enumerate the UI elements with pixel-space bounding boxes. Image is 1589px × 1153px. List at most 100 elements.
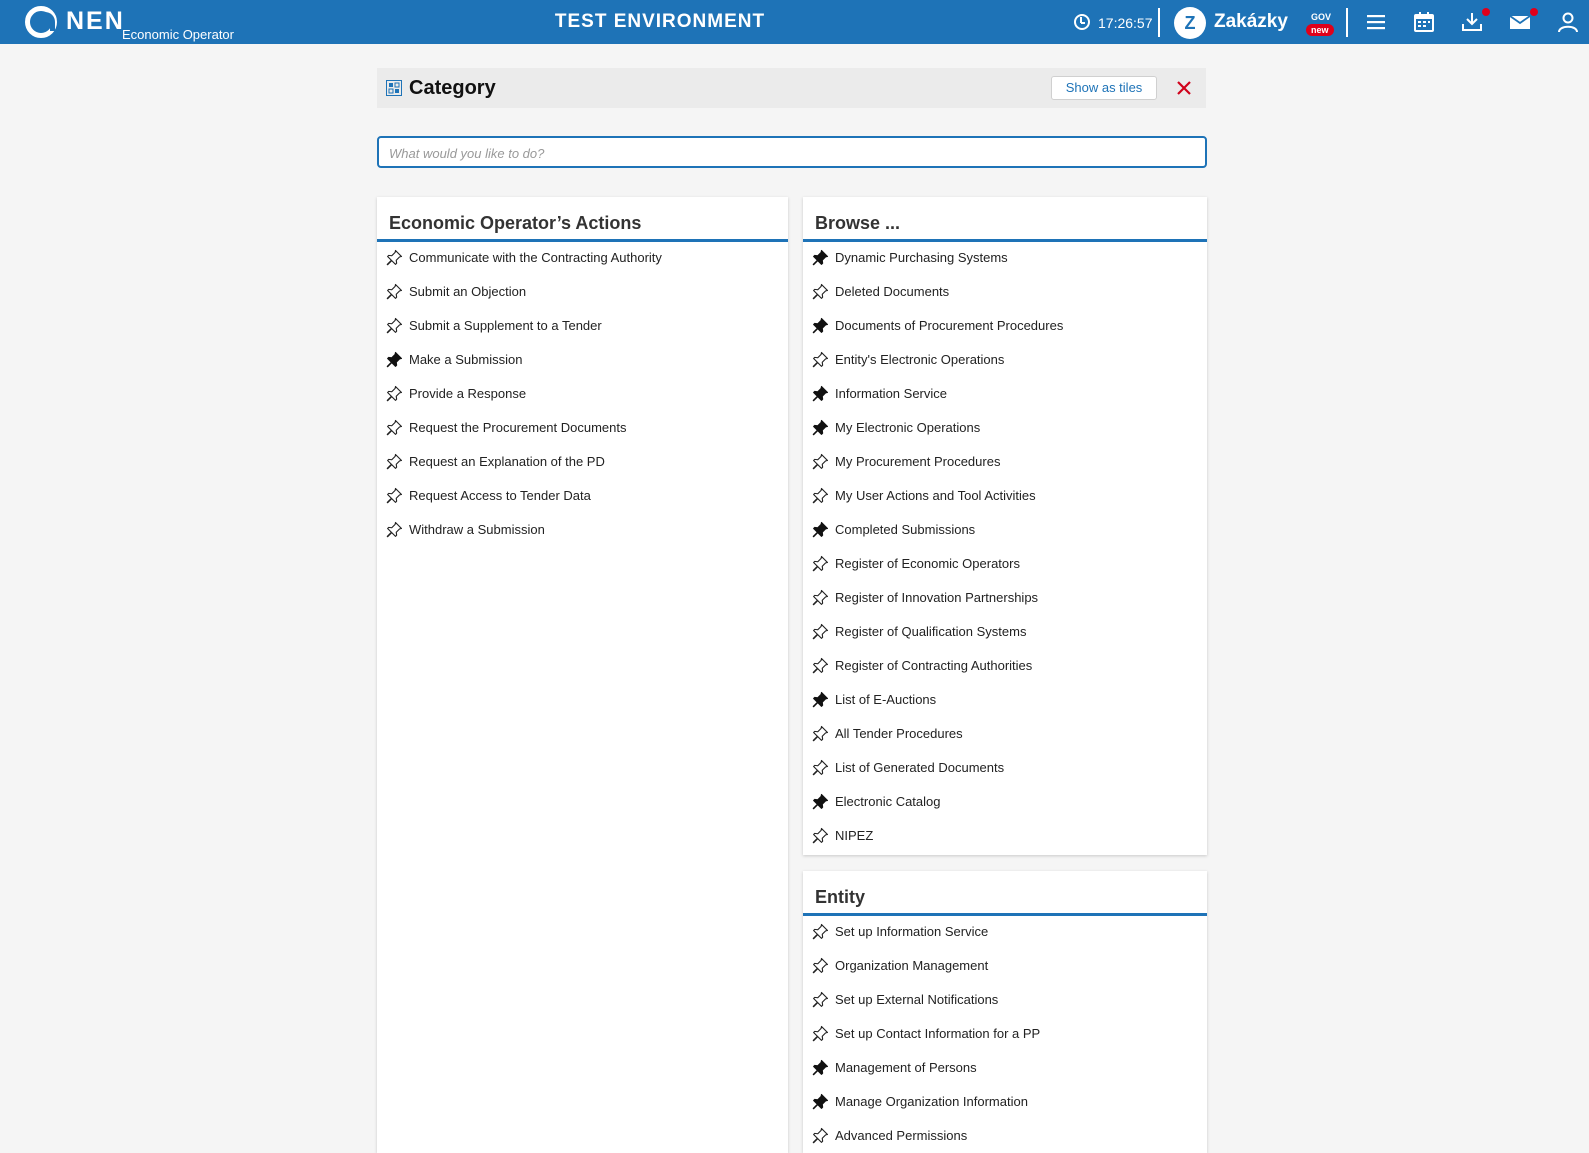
list-item-label[interactable]: Organization Management — [835, 958, 988, 973]
pin-icon[interactable] — [385, 283, 403, 301]
list-item-label[interactable]: Information Service — [835, 386, 947, 401]
pin-icon[interactable] — [385, 521, 403, 539]
list-item[interactable]: Register of Qualification Systems — [803, 616, 1207, 650]
list-item[interactable]: Make a Submission — [377, 344, 788, 378]
pin-icon[interactable] — [811, 991, 829, 1009]
list-item-label[interactable]: Communicate with the Contracting Authori… — [409, 250, 662, 265]
list-item[interactable]: Advanced Permissions — [803, 1120, 1207, 1153]
list-item-label[interactable]: Withdraw a Submission — [409, 522, 545, 537]
pin-icon[interactable] — [385, 317, 403, 335]
pin-icon[interactable] — [811, 487, 829, 505]
pin-filled-icon[interactable] — [811, 249, 829, 267]
list-item[interactable]: Entity's Electronic Operations — [803, 344, 1207, 378]
list-item[interactable]: List of Generated Documents — [803, 752, 1207, 786]
list-item[interactable]: Dynamic Purchasing Systems — [803, 242, 1207, 276]
pin-icon[interactable] — [811, 1025, 829, 1043]
nen-logo-icon[interactable] — [25, 6, 57, 38]
search-input[interactable] — [389, 144, 1189, 162]
list-item[interactable]: Submit a Supplement to a Tender — [377, 310, 788, 344]
pin-filled-icon[interactable] — [811, 385, 829, 403]
list-item[interactable]: All Tender Procedures — [803, 718, 1207, 752]
list-item-label[interactable]: Request Access to Tender Data — [409, 488, 591, 503]
list-item[interactable]: My User Actions and Tool Activities — [803, 480, 1207, 514]
pin-icon[interactable] — [811, 283, 829, 301]
list-item-label[interactable]: Set up External Notifications — [835, 992, 998, 1007]
pin-icon[interactable] — [811, 351, 829, 369]
pin-icon[interactable] — [385, 385, 403, 403]
pin-icon[interactable] — [811, 923, 829, 941]
list-item[interactable]: Set up Information Service — [803, 916, 1207, 950]
list-item-label[interactable]: Entity's Electronic Operations — [835, 352, 1004, 367]
list-item-label[interactable]: Make a Submission — [409, 352, 522, 367]
list-item-label[interactable]: Provide a Response — [409, 386, 526, 401]
list-item[interactable]: Set up External Notifications — [803, 984, 1207, 1018]
list-item-label[interactable]: Submit an Objection — [409, 284, 526, 299]
list-item[interactable]: Communicate with the Contracting Authori… — [377, 242, 788, 276]
list-item-label[interactable]: Register of Qualification Systems — [835, 624, 1026, 639]
list-item[interactable]: List of E-Auctions — [803, 684, 1207, 718]
list-item[interactable]: Manage Organization Information — [803, 1086, 1207, 1120]
pin-icon[interactable] — [385, 487, 403, 505]
list-item-label[interactable]: NIPEZ — [835, 828, 873, 843]
list-item-label[interactable]: Request the Procurement Documents — [409, 420, 627, 435]
list-item[interactable]: Register of Contracting Authorities — [803, 650, 1207, 684]
list-item[interactable]: Request the Procurement Documents — [377, 412, 788, 446]
user-icon[interactable] — [1556, 10, 1580, 34]
list-item[interactable]: Completed Submissions — [803, 514, 1207, 548]
pin-icon[interactable] — [811, 759, 829, 777]
list-item-label[interactable]: Request an Explanation of the PD — [409, 454, 605, 469]
list-item-label[interactable]: Set up Contact Information for a PP — [835, 1026, 1040, 1041]
list-item[interactable]: Request Access to Tender Data — [377, 480, 788, 514]
list-item-label[interactable]: Electronic Catalog — [835, 794, 941, 809]
list-item-label[interactable]: All Tender Procedures — [835, 726, 963, 741]
list-item[interactable]: Electronic Catalog — [803, 786, 1207, 820]
list-item[interactable]: Management of Persons — [803, 1052, 1207, 1086]
calendar-icon[interactable] — [1412, 10, 1436, 34]
list-item[interactable]: Withdraw a Submission — [377, 514, 788, 548]
pin-filled-icon[interactable] — [811, 793, 829, 811]
list-item-label[interactable]: Documents of Procurement Procedures — [835, 318, 1063, 333]
list-item-label[interactable]: My Procurement Procedures — [835, 454, 1000, 469]
pin-filled-icon[interactable] — [811, 419, 829, 437]
list-item[interactable]: NIPEZ — [803, 820, 1207, 854]
pin-icon[interactable] — [385, 419, 403, 437]
close-icon[interactable] — [1172, 76, 1196, 100]
list-item-label[interactable]: Completed Submissions — [835, 522, 975, 537]
list-item-label[interactable]: My User Actions and Tool Activities — [835, 488, 1036, 503]
download-icon[interactable] — [1460, 10, 1484, 34]
pin-icon[interactable] — [811, 657, 829, 675]
pin-filled-icon[interactable] — [811, 1059, 829, 1077]
list-item-label[interactable]: Advanced Permissions — [835, 1128, 967, 1143]
list-item-label[interactable]: Register of Contracting Authorities — [835, 658, 1032, 673]
pin-icon[interactable] — [385, 249, 403, 267]
zakazky-logo-icon[interactable]: Z — [1174, 7, 1206, 39]
list-item-label[interactable]: Management of Persons — [835, 1060, 977, 1075]
pin-filled-icon[interactable] — [811, 521, 829, 539]
pin-filled-icon[interactable] — [811, 1093, 829, 1111]
pin-icon[interactable] — [811, 957, 829, 975]
mail-icon[interactable] — [1508, 10, 1532, 34]
list-item-label[interactable]: Deleted Documents — [835, 284, 949, 299]
list-item-label[interactable]: Manage Organization Information — [835, 1094, 1028, 1109]
zakazky-link[interactable]: Zakázky — [1214, 11, 1288, 33]
list-item[interactable]: Register of Economic Operators — [803, 548, 1207, 582]
list-item[interactable]: Documents of Procurement Procedures — [803, 310, 1207, 344]
list-item[interactable]: My Procurement Procedures — [803, 446, 1207, 480]
list-item[interactable]: Deleted Documents — [803, 276, 1207, 310]
list-item[interactable]: Information Service — [803, 378, 1207, 412]
pin-icon[interactable] — [811, 725, 829, 743]
pin-filled-icon[interactable] — [385, 351, 403, 369]
list-item[interactable]: My Electronic Operations — [803, 412, 1207, 446]
pin-icon[interactable] — [811, 589, 829, 607]
pin-icon[interactable] — [811, 555, 829, 573]
list-item-label[interactable]: Register of Economic Operators — [835, 556, 1020, 571]
list-item-label[interactable]: Set up Information Service — [835, 924, 988, 939]
list-item[interactable]: Set up Contact Information for a PP — [803, 1018, 1207, 1052]
list-item-label[interactable]: My Electronic Operations — [835, 420, 980, 435]
show-as-tiles-button[interactable]: Show as tiles — [1051, 76, 1157, 100]
pin-filled-icon[interactable] — [811, 317, 829, 335]
list-item-label[interactable]: Dynamic Purchasing Systems — [835, 250, 1008, 265]
list-item[interactable]: Register of Innovation Partnerships — [803, 582, 1207, 616]
pin-filled-icon[interactable] — [811, 691, 829, 709]
pin-icon[interactable] — [811, 827, 829, 845]
